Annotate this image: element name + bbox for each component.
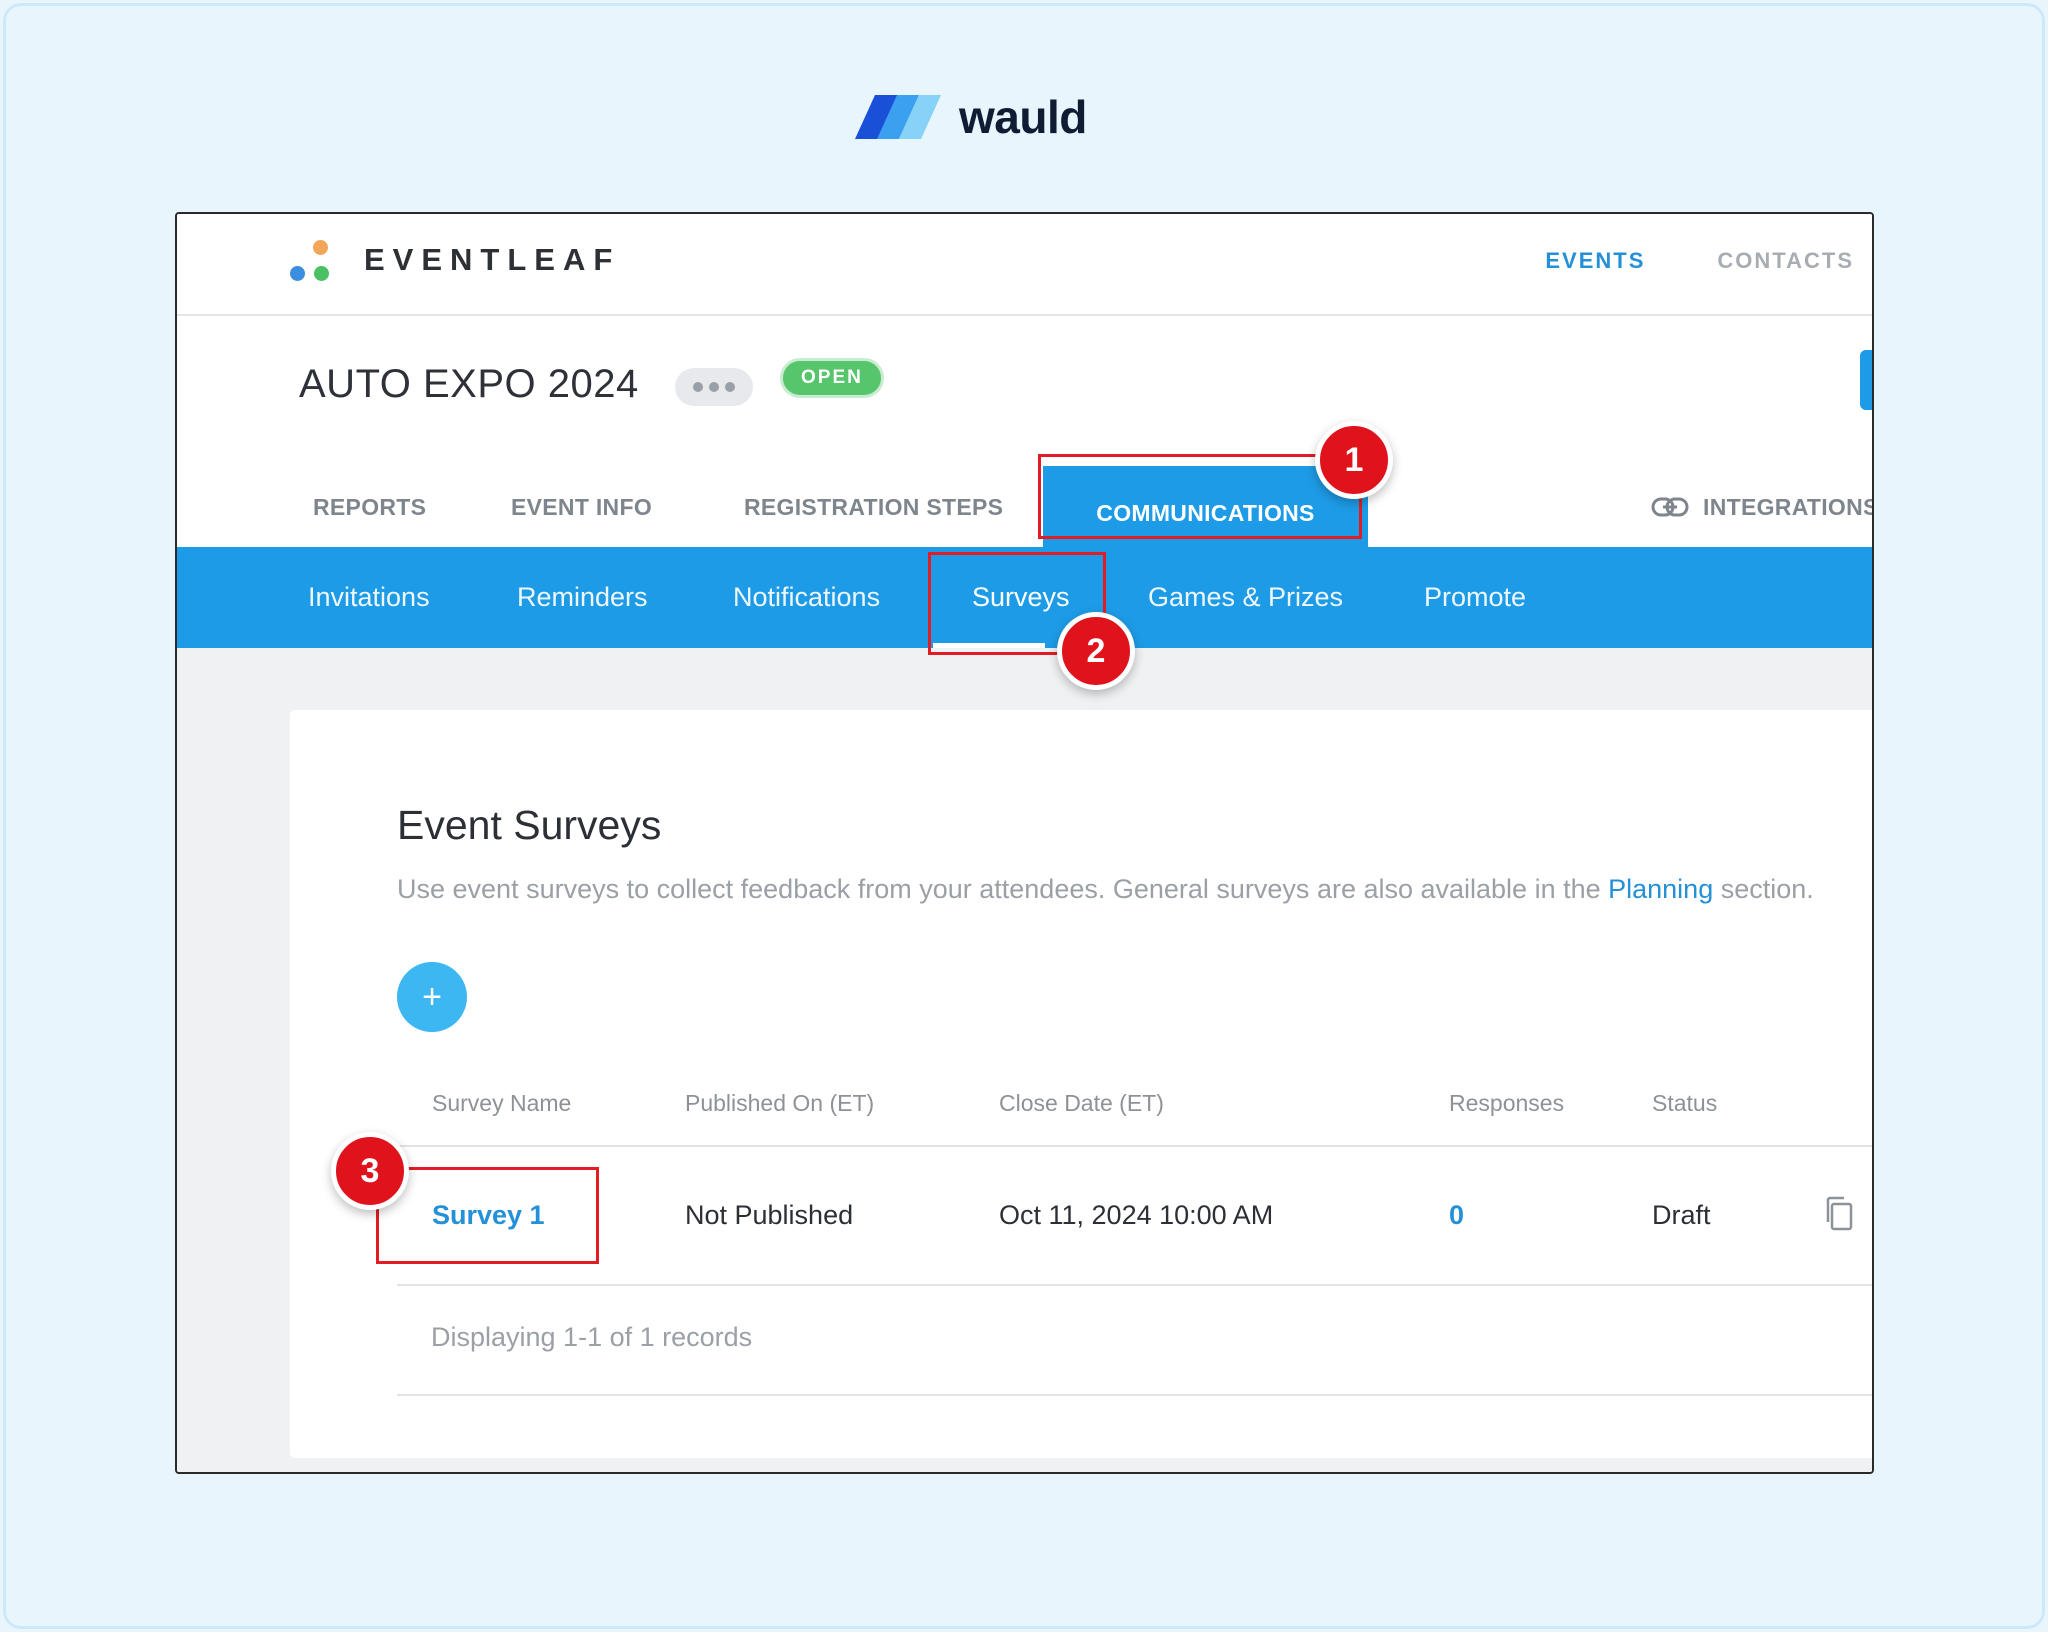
dot-icon (725, 382, 735, 392)
description-text: Use event surveys to collect feedback fr… (397, 874, 1609, 904)
action-button-edge[interactable] (1860, 350, 1872, 410)
page-title: Event Surveys (397, 802, 662, 848)
status-badge: OPEN (780, 358, 884, 398)
table-header-divider (397, 1145, 1872, 1147)
step-marker-2: 2 (1057, 612, 1135, 690)
tab-event-info[interactable]: EVENT INFO (511, 454, 652, 560)
app-logo-text: EVENTLEAF (364, 242, 621, 277)
column-header-responses: Responses (1449, 1090, 1565, 1116)
page-description: Use event surveys to collect feedback fr… (397, 874, 1814, 905)
subtab-invitations[interactable]: Invitations (308, 547, 430, 648)
app-header: EVENTLEAF EVENTS CONTACTS (177, 214, 1872, 316)
brand-name: wauld (959, 91, 1087, 143)
responses-link[interactable]: 0 (1449, 1200, 1464, 1231)
status-cell: Draft (1652, 1200, 1711, 1230)
subtab-games-prizes[interactable]: Games & Prizes (1148, 547, 1343, 648)
table-row-divider (397, 1284, 1872, 1286)
event-title: AUTO EXPO 2024 (299, 362, 639, 406)
more-options-button[interactable] (675, 368, 753, 406)
dot-icon (693, 382, 703, 392)
column-header-close-date: Close Date (ET) (999, 1090, 1164, 1116)
wauld-logo-icon (855, 95, 941, 139)
published-on-cell: Not Published (685, 1200, 854, 1230)
surveys-card: Event Surveys Use event surveys to colle… (290, 710, 1872, 1458)
tab-integrations-label: INTEGRATIONS (1703, 493, 1874, 520)
copy-icon[interactable] (1824, 1196, 1854, 1232)
column-header-published-on: Published On (ET) (685, 1090, 875, 1116)
subtab-promote[interactable]: Promote (1424, 547, 1526, 648)
app-window: EVENTLEAF EVENTS CONTACTS AUTO EXPO 2024… (175, 212, 1874, 1474)
step-marker-1: 1 (1315, 421, 1393, 499)
add-survey-button[interactable]: + (397, 962, 467, 1032)
nav-events[interactable]: EVENTS (1545, 248, 1645, 274)
tab-integrations[interactable]: INTEGRATIONS (1651, 454, 1874, 560)
tab-registration-steps[interactable]: REGISTRATION STEPS (744, 454, 1003, 560)
subtab-notifications[interactable]: Notifications (733, 547, 880, 648)
description-tail: section. (1713, 874, 1814, 904)
eventleaf-logo-icon (290, 240, 336, 290)
column-header-survey-name: Survey Name (432, 1090, 572, 1116)
nav-contacts[interactable]: CONTACTS (1717, 248, 1854, 274)
subtab-reminders[interactable]: Reminders (517, 547, 648, 648)
planning-link[interactable]: Planning (1608, 874, 1713, 904)
pagination-info: Displaying 1-1 of 1 records (431, 1322, 753, 1352)
step-marker-3: 3 (331, 1132, 409, 1210)
highlight-survey-1 (376, 1167, 599, 1264)
column-header-status: Status (1652, 1090, 1718, 1116)
link-icon (1651, 497, 1689, 517)
tab-reports[interactable]: REPORTS (313, 454, 426, 560)
table-footer-divider (397, 1394, 1872, 1396)
main-tabs: REPORTS EVENT INFO REGISTRATION STEPS CO… (177, 454, 1872, 560)
close-date-cell: Oct 11, 2024 10:00 AM (999, 1200, 1274, 1230)
highlight-communications (1038, 454, 1362, 539)
wauld-brand: wauld (855, 91, 1087, 143)
top-nav: EVENTS CONTACTS (1545, 248, 1854, 274)
dot-icon (709, 382, 719, 392)
